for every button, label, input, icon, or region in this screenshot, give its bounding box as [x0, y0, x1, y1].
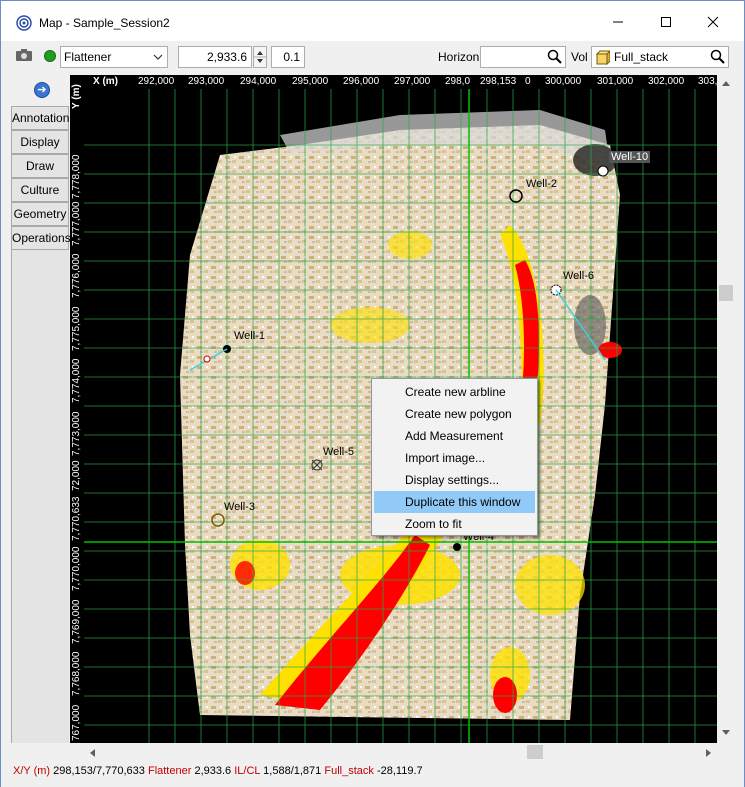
x-tick: 0	[525, 76, 531, 87]
x-tick: 301,000	[597, 76, 634, 87]
close-icon	[707, 16, 719, 28]
well-label[interactable]: Well-3	[224, 501, 255, 513]
x-tick: 303,	[698, 76, 718, 87]
x-tick: 302,000	[648, 76, 685, 87]
maximize-button[interactable]	[646, 9, 686, 35]
volume-value: Full_stack	[614, 50, 669, 64]
status-flattener-value: 2,933.6	[194, 765, 232, 777]
y-tick: 7,769,000	[71, 599, 82, 645]
map-window: Map - Sample_Session2 Flattener 2,933.6 …	[0, 0, 745, 787]
horizontal-scroll-thumb[interactable]	[527, 745, 543, 759]
well-label[interactable]: Well-10	[609, 151, 651, 163]
y-tick-cursor: 7,770,633	[71, 496, 82, 542]
tab-annotation[interactable]: Annotation	[11, 106, 69, 130]
volume-cube-icon	[595, 50, 610, 65]
value-field-text: 2,933.6	[206, 50, 247, 64]
status-ilcl-value: 1,588/1,871	[263, 765, 322, 777]
status-ilcl-label: IL/CL	[234, 765, 261, 777]
well-label[interactable]: Well-5	[323, 446, 354, 458]
search-icon[interactable]	[710, 49, 725, 64]
x-tick: 295,000	[292, 76, 329, 87]
x-tick: 294,000	[240, 76, 277, 87]
app-logo-icon	[16, 15, 32, 31]
value-spinner[interactable]	[253, 46, 267, 68]
y-tick: 7,777,000	[71, 201, 82, 247]
x-tick-cursor: 298,153	[480, 76, 517, 87]
vertical-scroll-thumb[interactable]	[719, 285, 733, 301]
status-indicator	[44, 50, 56, 62]
minimize-button[interactable]	[598, 9, 638, 35]
y-tick: 72,000	[71, 460, 82, 491]
x-tick: 293,000	[188, 76, 225, 87]
menu-zoom-to-fit[interactable]: Zoom to fit	[372, 513, 537, 535]
minimize-icon	[613, 21, 623, 23]
well-label[interactable]: Well-6	[563, 270, 594, 282]
scroll-right-icon[interactable]	[705, 748, 713, 758]
camera-icon[interactable]	[15, 48, 33, 62]
well-label[interactable]: Well-1	[234, 330, 265, 342]
status-flattener-label: Flattener	[147, 765, 192, 777]
close-button[interactable]	[693, 9, 733, 35]
horizon-label: Horizon	[438, 50, 480, 64]
scroll-left-icon[interactable]	[88, 748, 96, 758]
horizontal-scrollbar[interactable]	[84, 743, 717, 761]
search-icon[interactable]	[547, 49, 562, 64]
y-tick: 7,770,000	[71, 546, 82, 592]
y-tick: 7,775,000	[71, 306, 82, 352]
mode-dropdown[interactable]: Flattener	[60, 46, 168, 68]
menu-add-measurement[interactable]: Add Measurement	[372, 425, 537, 447]
context-menu: Create new arbline Create new polygon Ad…	[371, 378, 538, 536]
forward-arrow-icon[interactable]: ➔	[34, 82, 50, 98]
tab-operations[interactable]: Operations	[11, 226, 71, 250]
volume-field[interactable]: Full_stack	[591, 46, 729, 68]
x-tick: 296,000	[343, 76, 380, 87]
mode-value: Flattener	[64, 50, 112, 64]
step-field-text: 0.1	[283, 50, 300, 64]
window-title: Map - Sample_Session2	[39, 16, 170, 30]
x-tick: 300,000	[545, 76, 582, 87]
x-axis-label: X (m)	[93, 76, 118, 87]
side-panel-fill	[11, 250, 69, 743]
vertical-scrollbar[interactable]	[717, 75, 735, 743]
x-tick: 297,000	[394, 76, 431, 87]
tab-display[interactable]: Display	[11, 130, 69, 154]
menu-create-arbline[interactable]: Create new arbline	[372, 381, 537, 403]
y-tick: 7,773,000	[71, 411, 82, 457]
status-bar: X/Y (m) 298,153/7,770,633 Flattener 2,93…	[1, 761, 744, 787]
chevron-down-icon	[153, 54, 163, 60]
y-tick: 7,778,000	[71, 154, 82, 200]
x-tick: 292,000	[138, 76, 175, 87]
x-tick: 298,0	[445, 76, 471, 87]
spinner-arrows-icon	[254, 51, 266, 63]
status-xy-value: 298,153/7,770,633	[53, 765, 145, 777]
value-field[interactable]: 2,933.6	[178, 46, 252, 68]
status-vol-label: Full_stack	[324, 765, 374, 777]
tab-draw[interactable]: Draw	[11, 154, 69, 178]
scroll-up-icon[interactable]	[721, 79, 731, 87]
maximize-icon	[661, 17, 671, 27]
status-vol-value: -28,119.7	[376, 765, 423, 777]
y-axis-label: Y (m)	[71, 84, 82, 109]
menu-display-settings[interactable]: Display settings...	[372, 469, 537, 491]
tab-geometry[interactable]: Geometry	[11, 202, 69, 226]
menu-create-polygon[interactable]: Create new polygon	[372, 403, 537, 425]
horizon-field[interactable]	[480, 46, 566, 68]
menu-duplicate-window[interactable]: Duplicate this window	[374, 491, 535, 513]
y-tick: 7,774,000	[71, 358, 82, 404]
menu-import-image[interactable]: Import image...	[372, 447, 537, 469]
scroll-down-icon[interactable]	[721, 729, 731, 737]
tab-culture[interactable]: Culture	[11, 178, 69, 202]
title-bar: Map - Sample_Session2	[1, 1, 744, 41]
status-xy-label: X/Y (m)	[13, 765, 51, 777]
well-label[interactable]: Well-2	[526, 178, 557, 190]
y-tick: 7,768,000	[71, 651, 82, 697]
y-tick: 767,000	[71, 704, 82, 741]
y-tick: 7,776,000	[71, 253, 82, 299]
vol-label: Vol	[571, 50, 588, 64]
step-field[interactable]: 0.1	[271, 46, 305, 68]
